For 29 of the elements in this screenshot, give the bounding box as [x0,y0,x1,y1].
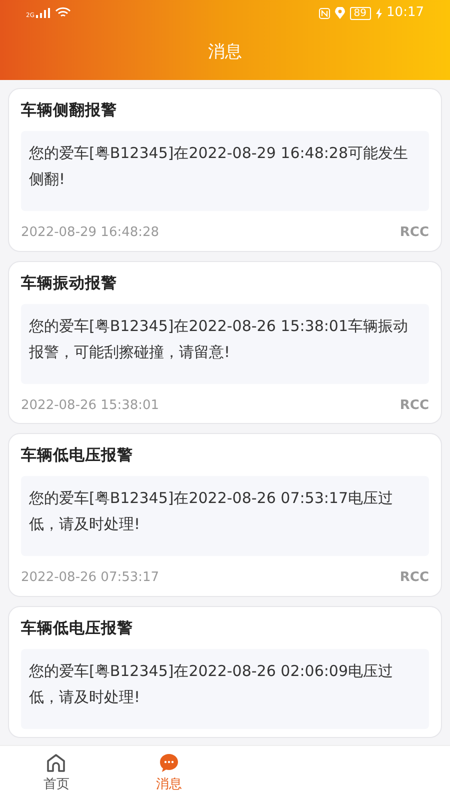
page-title: 消息 [208,41,242,64]
message-source: RCC [400,396,429,414]
message-text: 您的爱车[粤B12345]在2022-08-26 02:06:09电压过低，请及时处理! [29,660,394,708]
message-title: 车辆振动报警 [21,272,118,294]
message-title: 车辆侧翻报警 [21,100,118,121]
message-source: RCC [400,224,429,242]
clock: 10:17 [386,4,424,22]
message-text: 您的爱车[粤B12345]在2022-08-26 15:38:01车辆振动报警，可能刮擦碰撞，请留意! [29,316,410,362]
home-icon [45,752,68,774]
message-time: 2022-08-26 15:38:01 [21,396,160,414]
battery-level: 89 [350,6,371,20]
nfc-icon [318,8,330,18]
message-time: 2022-08-29 16:48:28 [21,224,160,242]
message-title: 车辆低电压报警 [21,618,134,638]
message-title: 车辆低电压报警 [21,445,134,466]
wifi-icon [55,7,72,19]
message-card[interactable]: 车辆低电压报警 您的爱车[粤B12345]在2022-08-26 07:53:17电压过低，请及时处理! 2022-08-26 07:53:17 RCC [8,433,442,596]
signal-icon [36,8,50,18]
charging-icon [376,8,382,18]
message-text: 您的爱车[粤B12345]在2022-08-29 16:48:28可能发生侧翻! [29,143,410,190]
location-icon [334,7,345,19]
message-text: 您的爱车[粤B12345]在2022-08-26 07:53:17电压过低，请及时处理! [29,488,394,535]
nav-tab[interactable]: 首页 [0,746,112,800]
message-time: 2022-08-26 07:53:17 [21,569,160,587]
chat-icon [158,752,180,774]
message-card[interactable]: 车辆振动报警 您的爱车[粤B12345]在2022-08-26 15:38:01车辆振动报警，可能刮擦碰撞，请留意! 2022-08-26 15:38:01 RCC [8,260,442,424]
message-card[interactable]: 车辆侧翻报警 您的爱车[粤B12345]在2022-08-29 16:48:28可能发生侧翻! 2022-08-29 16:48:28 RCC [8,88,442,252]
message-source: RCC [400,569,429,587]
message-card[interactable]: 车辆低电压报警 您的爱车[粤B12345]在2022-08-26 02:06:09电压过低，请及时处理! [8,606,442,738]
